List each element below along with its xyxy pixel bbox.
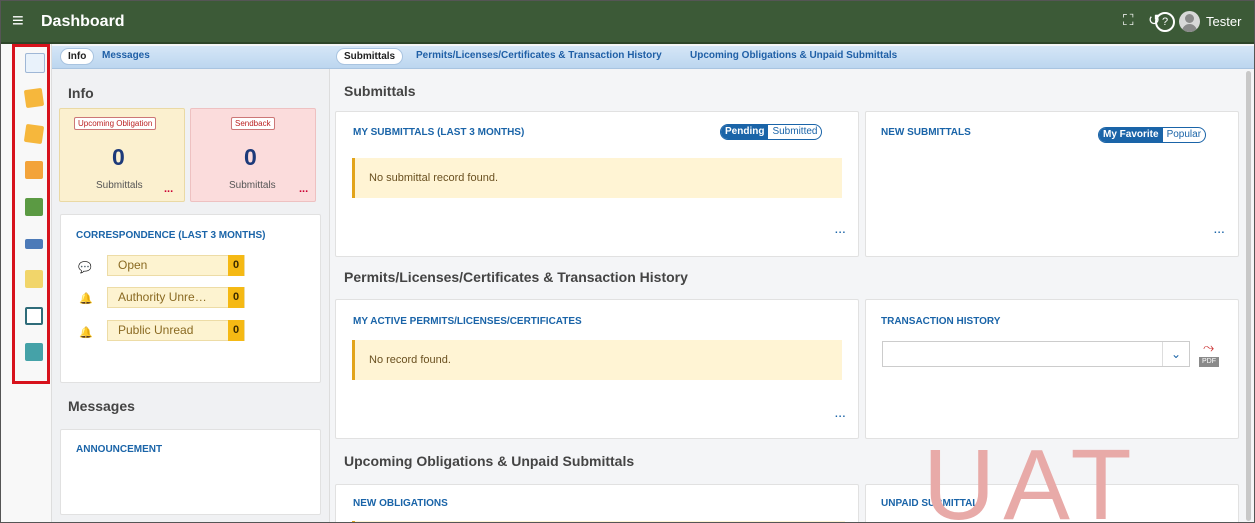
tab-messages[interactable]: Messages — [102, 50, 150, 61]
uat-watermark: UAT — [923, 429, 1140, 523]
pdf-label: PDF — [1199, 357, 1219, 367]
more-icon[interactable]: ... — [164, 183, 173, 195]
obligations-title: Upcoming Obligations & Unpaid Submittals — [344, 453, 635, 469]
my-submittals-title: MY SUBMITTALS (LAST 3 MONTHS) — [353, 127, 525, 138]
correspondence-title: CORRESPONDENCE (LAST 3 MONTHS) — [76, 230, 266, 241]
active-permits-title: MY ACTIVE PERMITS/LICENSES/CERTIFICATES — [353, 316, 582, 327]
more-icon[interactable]: ... — [299, 183, 308, 195]
announcement-title[interactable]: ANNOUNCEMENT — [76, 444, 162, 455]
top-bar: ≡ Dashboard ⛶ ↺ ? Tester — [1, 1, 1254, 44]
correspondence-authority-count: 0 — [228, 287, 244, 308]
tab-permits[interactable]: Permits/Licenses/Certificates & Transact… — [416, 50, 662, 61]
toggle-my-favorite[interactable]: My Favorite — [1099, 128, 1163, 142]
active-permits-card: MY ACTIVE PERMITS/LICENSES/CERTIFICATES … — [335, 299, 859, 439]
sendback-label: Sendback — [231, 117, 275, 130]
upcoming-obligation-card[interactable]: Upcoming Obligation 0 Submittals ... — [59, 108, 185, 202]
correspondence-open[interactable]: Open 0 — [107, 255, 245, 276]
avatar[interactable] — [1179, 11, 1200, 32]
announcement-card: ANNOUNCEMENT — [60, 429, 321, 515]
help-icon[interactable]: ? — [1155, 12, 1175, 32]
transaction-history-card: TRANSACTION HISTORY — [865, 299, 1239, 439]
chevron-down-icon[interactable]: ⌄ — [1162, 342, 1189, 366]
correspondence-authority-unread[interactable]: Authority Unre… 0 — [107, 287, 245, 308]
tab-info[interactable]: Info — [60, 48, 95, 65]
fullscreen-icon[interactable]: ⛶ — [1123, 12, 1134, 30]
upcoming-obligation-count: 0 — [112, 144, 125, 170]
bell-icon: 🔔 — [79, 293, 93, 305]
new-obligations-title: NEW OBLIGATIONS — [353, 498, 448, 509]
sendback-count: 0 — [244, 144, 257, 170]
correspondence-open-label: Open — [118, 258, 148, 272]
user-name[interactable]: Tester — [1206, 14, 1241, 29]
hamburger-icon[interactable]: ≡ — [12, 10, 24, 32]
new-submittals-card: NEW SUBMITTALS My Favorite Popular ... — [865, 111, 1239, 257]
permits-title: Permits/Licenses/Certificates & Transact… — [344, 269, 688, 285]
tab-obligations[interactable]: Upcoming Obligations & Unpaid Submittals — [690, 50, 897, 61]
sendback-sub: Submittals — [229, 180, 276, 191]
correspondence-open-count: 0 — [228, 255, 244, 276]
messages-title: Messages — [68, 398, 135, 414]
submittals-title: Submittals — [344, 83, 416, 99]
pdf-glyph-icon: ⤳ — [1203, 339, 1215, 355]
toggle-submitted[interactable]: Submitted — [768, 125, 821, 139]
my-submittals-card: MY SUBMITTALS (LAST 3 MONTHS) Pending Sub… — [335, 111, 859, 257]
sidebar-highlight — [12, 44, 50, 384]
scrollbar[interactable] — [1246, 71, 1251, 521]
tab-bar: Info Messages Submittals Permits/License… — [52, 46, 1254, 69]
info-title: Info — [68, 85, 94, 101]
correspondence-public-label: Public Unread — [118, 323, 194, 337]
correspondence-authority-label: Authority Unre… — [118, 290, 207, 304]
no-submittal-message: No submittal record found. — [352, 158, 842, 198]
more-icon[interactable]: ... — [835, 409, 846, 420]
submittals-status-toggle[interactable]: Pending Submitted — [720, 124, 823, 140]
more-icon[interactable]: ... — [1214, 225, 1225, 236]
more-icon[interactable]: ... — [835, 225, 846, 236]
tab-submittals[interactable]: Submittals — [336, 48, 404, 65]
upcoming-obligation-sub: Submittals — [96, 180, 143, 191]
correspondence-public-count: 0 — [228, 320, 244, 341]
bell-icon: 🔔 — [79, 327, 93, 339]
transaction-history-select[interactable]: ⌄ — [882, 341, 1190, 367]
app-window: ≡ Dashboard ⛶ ↺ ? Tester Info Messages S… — [0, 0, 1255, 523]
transaction-history-title: TRANSACTION HISTORY — [881, 316, 1001, 327]
page-title: Dashboard — [41, 13, 125, 30]
pdf-icon[interactable]: ⤳ PDF — [1199, 339, 1219, 369]
no-record-message: No record found. — [352, 340, 842, 380]
new-submittals-toggle[interactable]: My Favorite Popular — [1098, 127, 1207, 143]
new-submittals-title: NEW SUBMITTALS — [881, 127, 971, 138]
upcoming-obligation-label: Upcoming Obligation — [74, 117, 157, 130]
toggle-popular[interactable]: Popular — [1163, 128, 1205, 142]
correspondence-public-unread[interactable]: Public Unread 0 — [107, 320, 245, 341]
toggle-pending[interactable]: Pending — [721, 125, 769, 139]
new-obligations-card: NEW OBLIGATIONS — [335, 484, 859, 522]
chat-icon: 💬 — [78, 262, 92, 274]
sendback-card[interactable]: Sendback 0 Submittals ... — [190, 108, 316, 202]
